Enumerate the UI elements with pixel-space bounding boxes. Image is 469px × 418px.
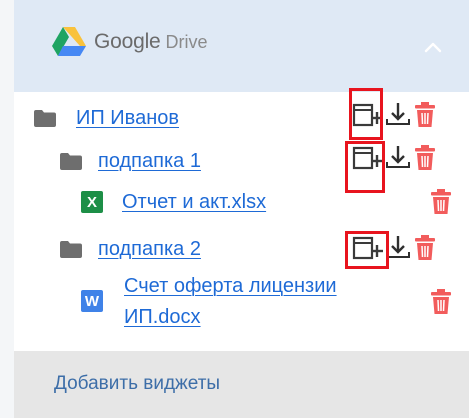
row-actions: [350, 233, 438, 263]
download-icon[interactable]: [384, 143, 412, 173]
google-drive-icon: [52, 27, 86, 56]
collapse-button[interactable]: [420, 35, 446, 61]
file-link-line-2[interactable]: ИП.docx: [124, 304, 201, 331]
file-link-line-1[interactable]: Счет оферта лицензии: [124, 273, 337, 300]
tree-item-folder[interactable]: подпапка 2: [60, 234, 201, 264]
tree-item-file[interactable]: W: [81, 286, 103, 316]
chevron-up-icon: [424, 42, 442, 53]
google-drive-logo: Google Drive: [52, 26, 208, 58]
new-folder-icon[interactable]: [350, 100, 384, 130]
folder-link[interactable]: подпапка 2: [98, 238, 201, 261]
excel-file-icon: X: [81, 191, 103, 213]
row-actions: [350, 143, 438, 173]
row-actions: [428, 187, 454, 217]
widget-footer: Добавить виджеты: [14, 351, 469, 418]
google-drive-widget: Google Drive ИП Иванов подпапка 1 X Отче…: [14, 0, 469, 418]
download-icon[interactable]: [384, 233, 412, 263]
logo-google-text: Google: [94, 30, 161, 53]
download-icon[interactable]: [384, 100, 412, 130]
folder-link[interactable]: ИП Иванов: [76, 107, 179, 130]
new-folder-icon[interactable]: [350, 143, 384, 173]
widget-header: Google Drive: [14, 0, 469, 92]
trash-icon[interactable]: [412, 233, 438, 263]
new-folder-icon[interactable]: [350, 233, 384, 263]
tree-item-folder[interactable]: ИП Иванов: [34, 103, 179, 133]
folder-icon: [34, 109, 56, 127]
trash-icon[interactable]: [412, 143, 438, 173]
folder-icon: [60, 152, 82, 170]
trash-icon[interactable]: [428, 287, 454, 317]
row-actions: [428, 287, 454, 317]
row-actions: [350, 100, 438, 130]
tree-item-file[interactable]: X Отчет и акт.xlsx: [81, 187, 266, 217]
trash-icon[interactable]: [412, 100, 438, 130]
file-link[interactable]: Отчет и акт.xlsx: [122, 191, 266, 214]
folder-link[interactable]: подпапка 1: [98, 150, 201, 173]
folder-icon: [60, 240, 82, 258]
tree-item-folder[interactable]: подпапка 1: [60, 146, 201, 176]
trash-icon[interactable]: [428, 187, 454, 217]
add-widgets-link[interactable]: Добавить виджеты: [54, 373, 220, 395]
word-file-icon: W: [81, 290, 103, 312]
logo-drive-text: Drive: [165, 31, 208, 52]
